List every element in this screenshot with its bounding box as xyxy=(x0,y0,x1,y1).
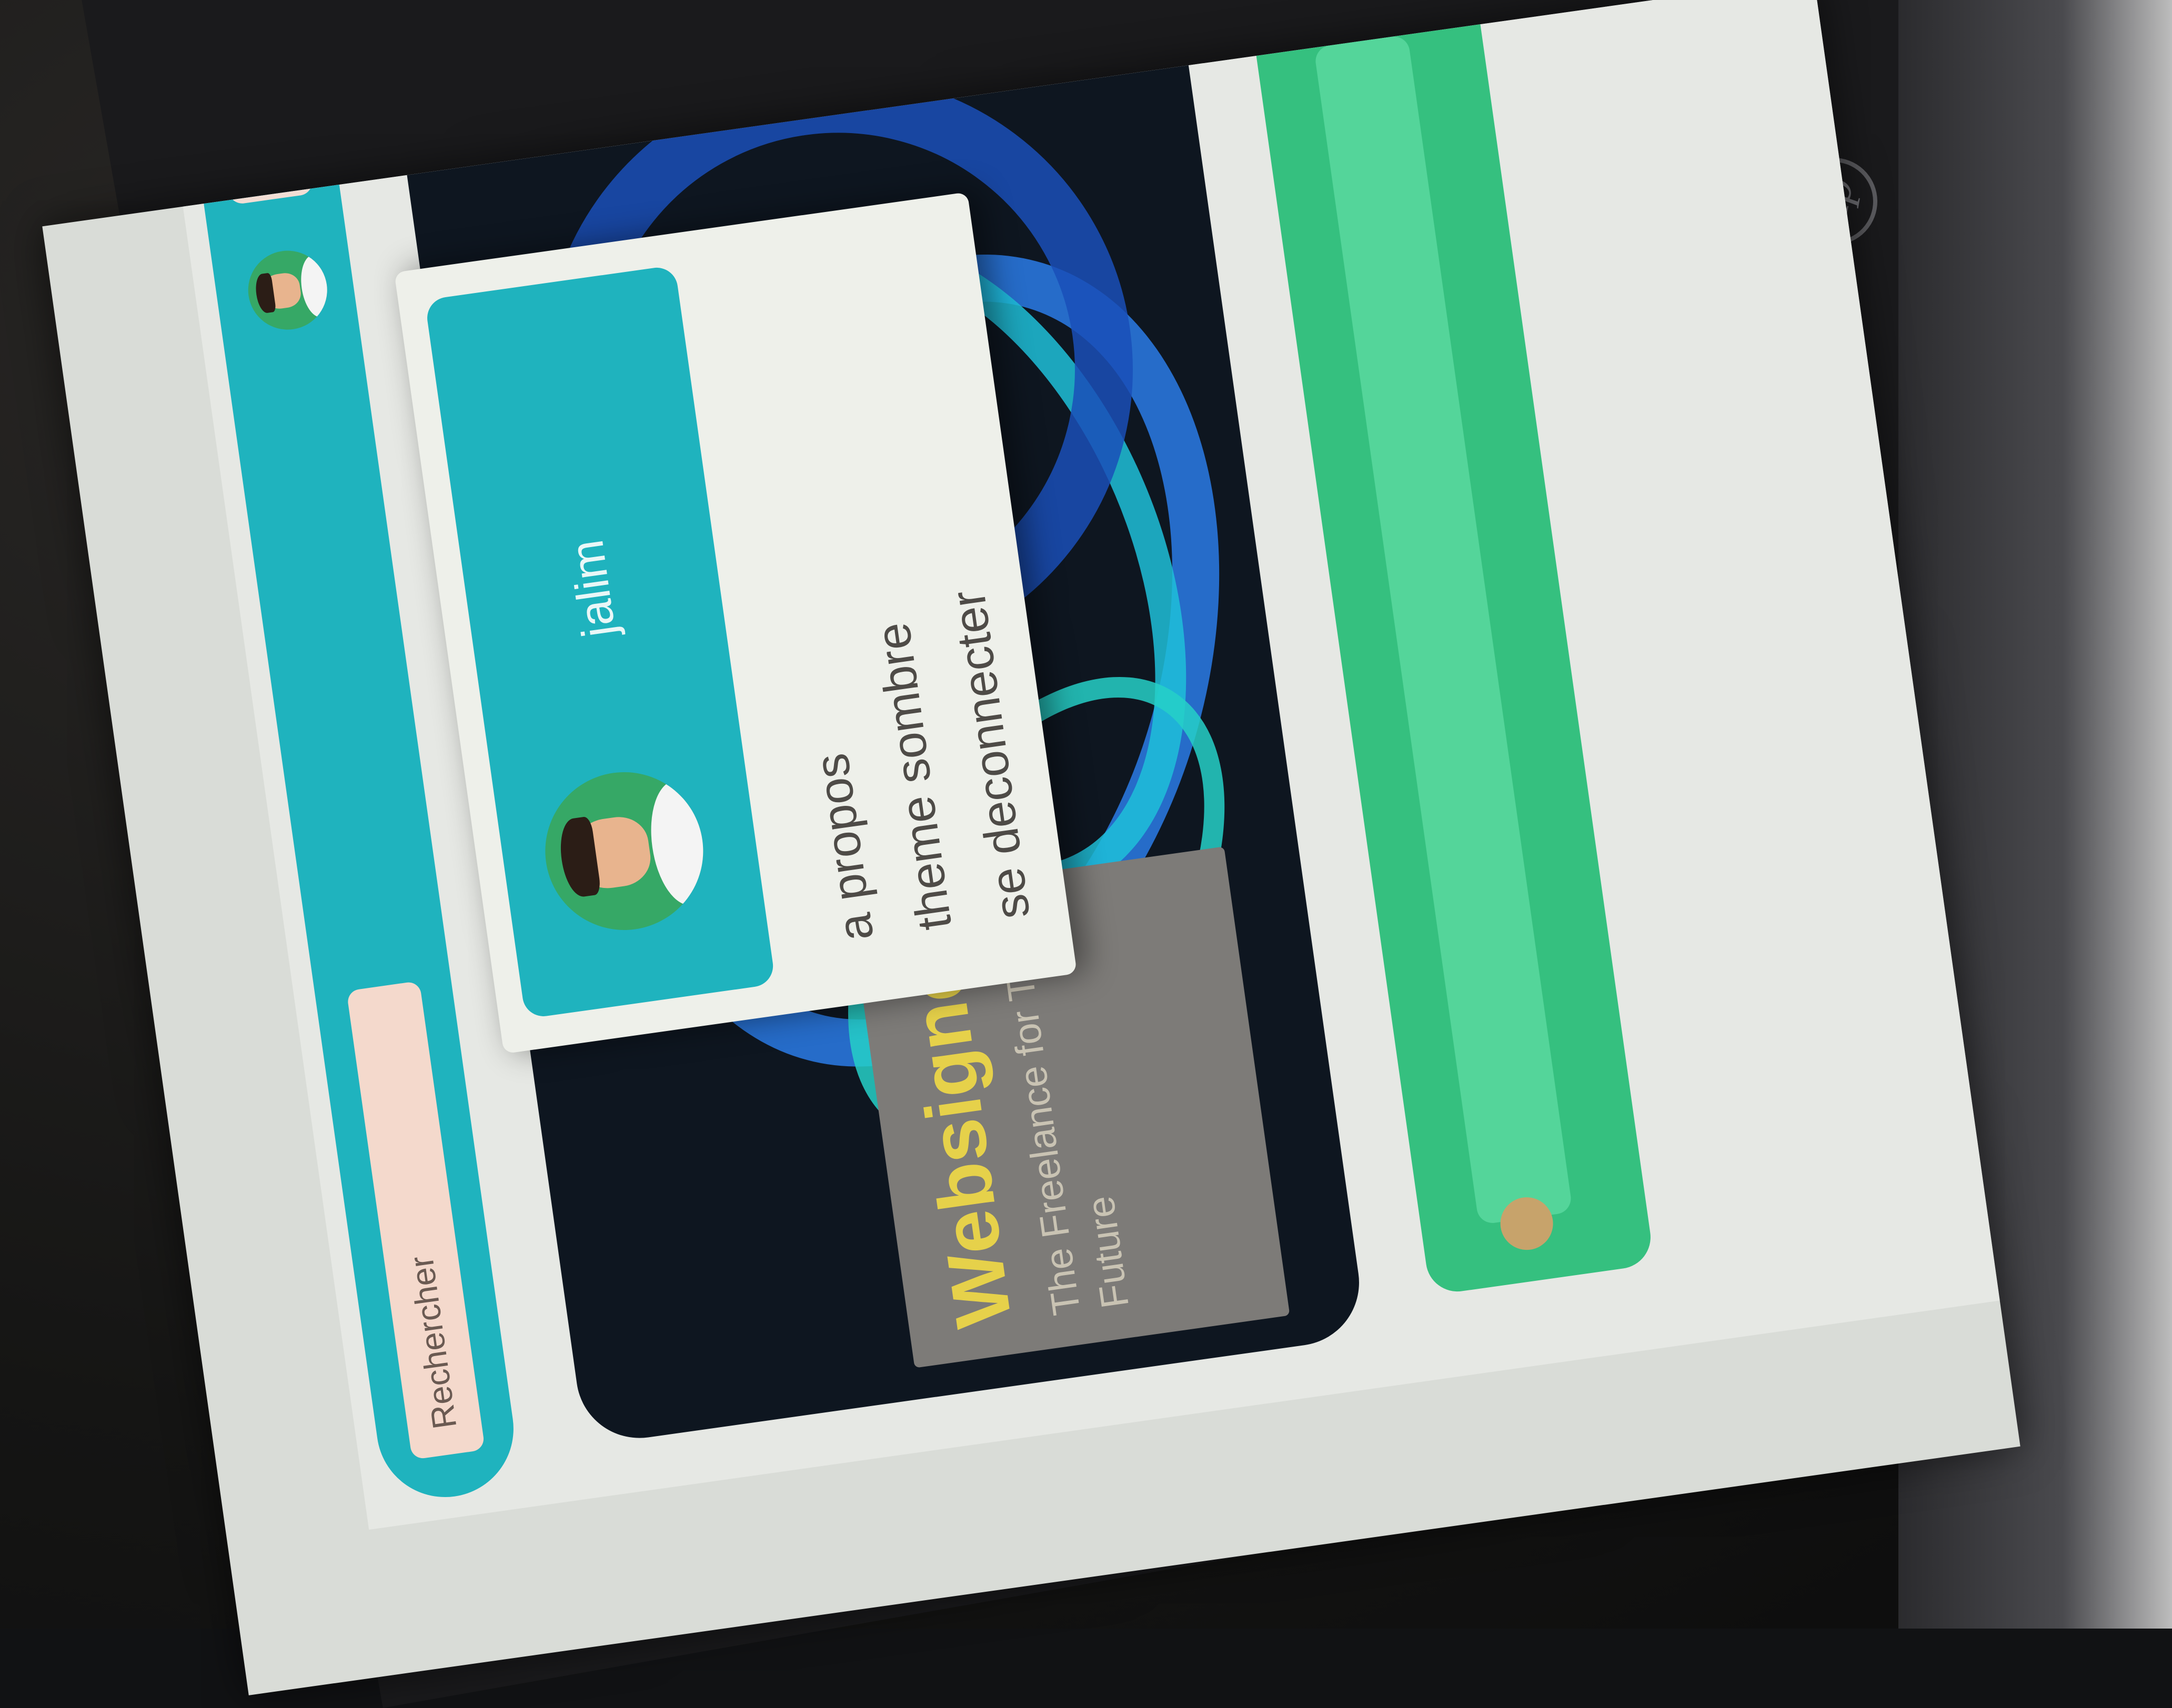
monitor-screen: Rechercher Websignerr The Freelance for … xyxy=(42,0,2020,1695)
user-dropdown-menu: jalim a propos theme sombre se deconnect… xyxy=(394,192,1077,1054)
app-window: Rechercher Websignerr The Freelance for … xyxy=(163,0,2020,1530)
user-avatar-button[interactable] xyxy=(243,246,332,335)
profile-card[interactable]: jalim xyxy=(425,265,776,1019)
profile-avatar xyxy=(535,762,713,941)
avatar-body xyxy=(297,252,332,319)
search-input[interactable]: Rechercher xyxy=(346,981,485,1460)
search-placeholder: Rechercher xyxy=(401,1254,464,1431)
footer-strip xyxy=(1314,35,1573,1225)
profile-name: jalim xyxy=(560,537,627,641)
avatar-body xyxy=(643,776,713,909)
